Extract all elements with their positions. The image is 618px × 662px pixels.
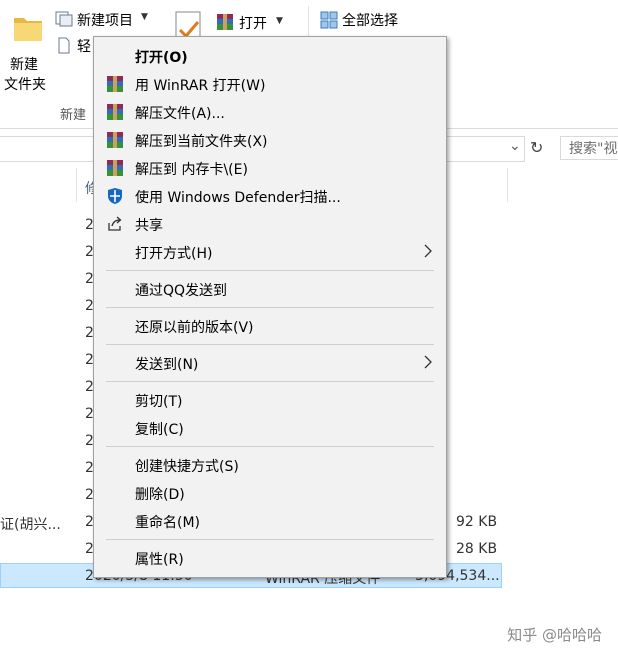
menu-item-winrar-open[interactable]: 用 WinRAR 打开(W)	[94, 70, 446, 98]
menu-item-label: 还原以前的版本(V)	[135, 320, 254, 336]
refresh-icon: ↻	[530, 138, 544, 157]
winrar-icon	[107, 132, 123, 148]
menu-item-label: 打开(O)	[135, 50, 188, 66]
menu-item-properties[interactable]: 属性(R)	[94, 544, 446, 572]
row-size: 28 KB	[456, 541, 498, 557]
select-all-button[interactable]: 全部选择	[320, 10, 412, 32]
menu-item-label: 解压到 内存卡\(E)	[135, 162, 248, 178]
menu-item-label: 属性(R)	[135, 552, 184, 568]
menu-item-label: 复制(C)	[135, 422, 184, 438]
menu-item-label: 解压到当前文件夹(X)	[135, 134, 268, 150]
menu-item-extract-files[interactable]: 解压文件(A)...	[94, 98, 446, 126]
menu-item-label: 重命名(M)	[135, 515, 201, 531]
winrar-icon	[217, 14, 233, 30]
menu-item-share[interactable]: 共享	[94, 210, 446, 238]
menu-item-label: 使用 Windows Defender扫描...	[135, 190, 341, 206]
address-history-chevron-icon[interactable]: ⌄	[509, 138, 521, 154]
watermark: 知乎 @哈哈哈	[507, 626, 602, 644]
menu-separator	[106, 307, 434, 308]
context-menu: 打开(O) 用 WinRAR 打开(W) 解压文件(A)... 解压到当前文件夹…	[93, 36, 447, 578]
menu-item-label: 发送到(N)	[135, 357, 199, 373]
menu-item-extract-to[interactable]: 解压到 内存卡\(E)	[94, 154, 446, 182]
new-folder-label-2: 文件夹	[4, 77, 46, 93]
menu-item-restore-versions[interactable]: 还原以前的版本(V)	[94, 312, 446, 340]
menu-item-label: 打开方式(H)	[135, 246, 213, 262]
menu-item-label: 剪切(T)	[135, 394, 183, 410]
menu-separator	[106, 344, 434, 345]
winrar-icon	[107, 104, 123, 120]
dropdown-arrow-icon: ▼	[141, 12, 148, 22]
menu-separator	[106, 381, 434, 382]
menu-separator	[106, 270, 434, 271]
menu-item-label: 通过QQ发送到	[135, 283, 228, 299]
submenu-arrow-icon	[424, 244, 432, 258]
dropdown-arrow-icon: ▼	[276, 16, 283, 26]
menu-item-open-with[interactable]: 打开方式(H)	[94, 238, 446, 266]
menu-item-send-to[interactable]: 发送到(N)	[94, 349, 446, 377]
winrar-icon	[107, 76, 123, 92]
menu-item-label: 创建快捷方式(S)	[135, 459, 239, 475]
menu-item-label: 共享	[135, 218, 163, 234]
menu-item-label: 解压文件(A)...	[135, 106, 225, 122]
folder-icon	[14, 18, 42, 41]
new-item-icon	[55, 11, 73, 27]
menu-item-extract-here[interactable]: 解压到当前文件夹(X)	[94, 126, 446, 154]
new-folder-button[interactable]: 新建 文件夹	[4, 6, 50, 98]
menu-item-rename[interactable]: 重命名(M)	[94, 507, 446, 535]
menu-item-label: 删除(D)	[135, 487, 185, 503]
search-input[interactable]: 搜索"视	[560, 136, 618, 160]
menu-item-open[interactable]: 打开(O)	[94, 42, 446, 70]
group-new-label: 新建	[60, 108, 87, 123]
menu-item-create-shortcut[interactable]: 创建快捷方式(S)	[94, 451, 446, 479]
row-size: 92 KB	[456, 514, 498, 530]
menu-item-cut[interactable]: 剪切(T)	[94, 386, 446, 414]
easy-access-button[interactable]: 轻	[55, 36, 95, 56]
select-all-icon	[320, 11, 338, 29]
winrar-icon	[107, 160, 123, 176]
easy-access-label: 轻	[77, 39, 91, 55]
menu-item-defender-scan[interactable]: 使用 Windows Defender扫描...	[94, 182, 446, 210]
open-ribbon-button[interactable]: 打开 ▼	[216, 12, 288, 34]
new-folder-label-1: 新建	[10, 57, 38, 73]
share-icon	[108, 216, 122, 231]
select-all-label: 全部选择	[342, 13, 398, 29]
submenu-arrow-icon	[424, 355, 432, 369]
defender-shield-icon	[108, 188, 122, 204]
easy-access-icon	[58, 37, 70, 54]
open-ribbon-label: 打开	[239, 16, 267, 32]
menu-item-send-qq[interactable]: 通过QQ发送到	[94, 275, 446, 303]
row-name: 证(胡兴...	[0, 517, 61, 533]
menu-separator	[106, 446, 434, 447]
menu-separator	[106, 539, 434, 540]
refresh-button[interactable]: ↻	[526, 136, 550, 160]
menu-item-delete[interactable]: 删除(D)	[94, 479, 446, 507]
menu-item-label: 用 WinRAR 打开(W)	[135, 78, 266, 94]
new-item-label: 新建项目	[77, 13, 133, 29]
menu-item-copy[interactable]: 复制(C)	[94, 414, 446, 442]
new-item-button[interactable]: 新建项目 ▼	[55, 10, 155, 30]
